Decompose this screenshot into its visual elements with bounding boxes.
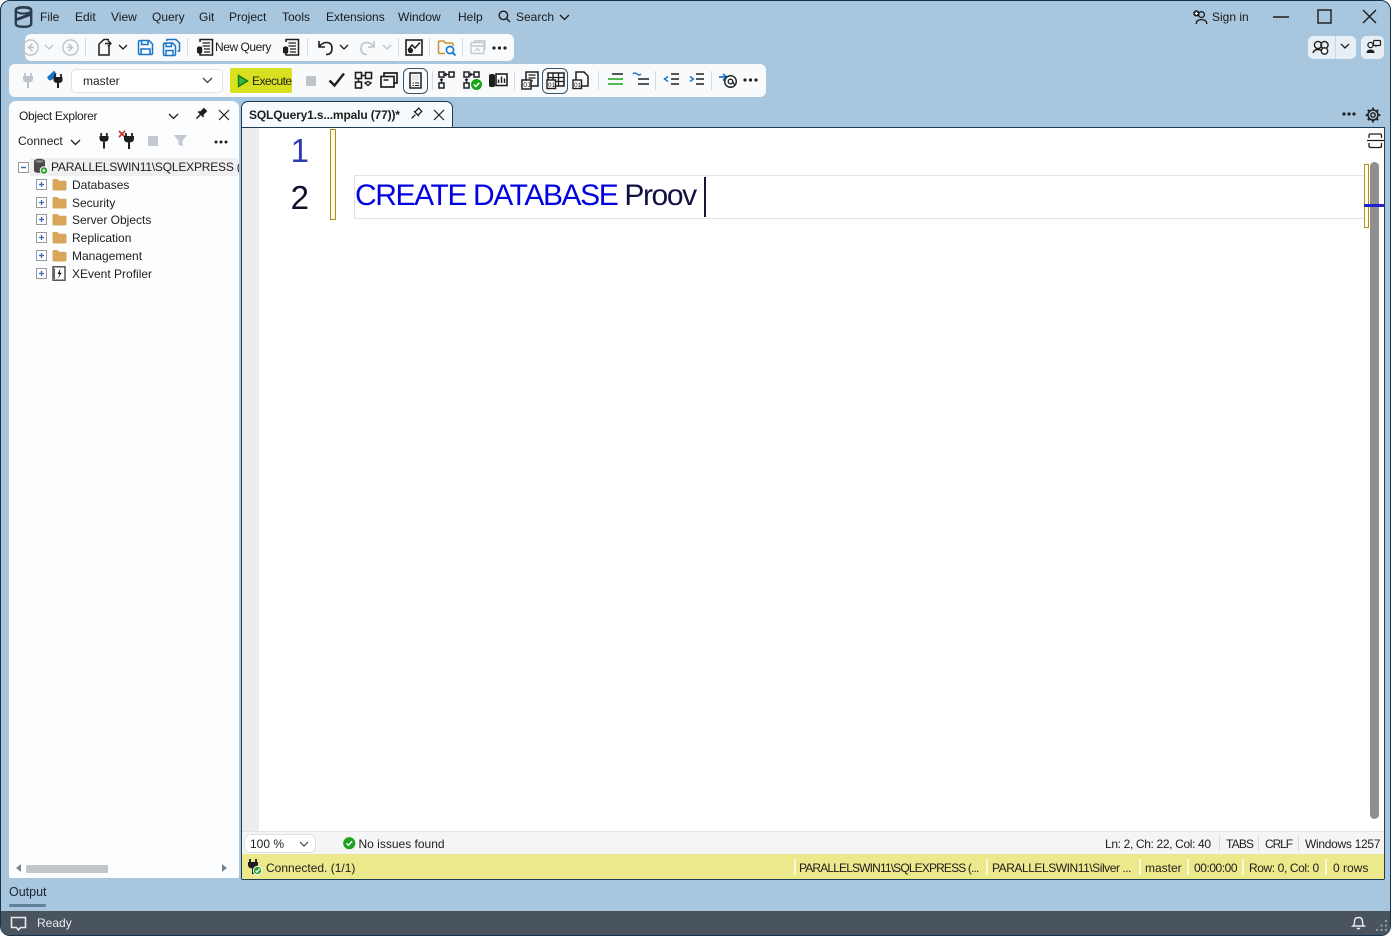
svg-text:01: 01 — [548, 82, 556, 89]
svg-text:01: 01 — [523, 82, 531, 89]
svg-text:01: 01 — [574, 82, 582, 89]
